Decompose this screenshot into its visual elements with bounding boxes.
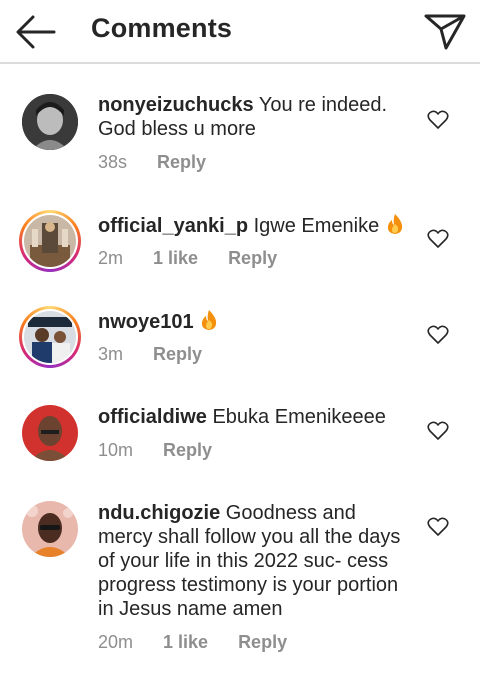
comment-username[interactable]: official_yanki_p xyxy=(98,215,248,237)
avatar[interactable] xyxy=(22,94,78,150)
comment-meta: 3m Reply xyxy=(98,344,202,365)
avatar-photo xyxy=(22,501,78,557)
comment-username[interactable]: officialdiwe xyxy=(98,406,207,428)
header-bar: Comments xyxy=(0,0,480,64)
comment-body: Igwe Emenike xyxy=(253,215,380,237)
comment-meta: 2m 1 like Reply xyxy=(98,248,277,269)
reply-button[interactable]: Reply xyxy=(163,440,212,461)
comment-time: 2m xyxy=(98,248,124,268)
comment-username[interactable]: ndu.chigozie xyxy=(98,502,220,524)
avatar-photo xyxy=(22,94,78,150)
comment-time: 20m xyxy=(98,632,134,652)
heart-icon[interactable] xyxy=(427,421,449,441)
comment-text: nonyeizuchucks You re indeed. God bless … xyxy=(98,93,408,141)
paper-plane-icon[interactable] xyxy=(422,10,468,52)
comment-username[interactable]: nwoye101 xyxy=(98,311,194,333)
comment-time: 3m xyxy=(98,344,124,364)
fire-emoji-icon xyxy=(202,310,217,330)
comment-username[interactable]: nonyeizuchucks xyxy=(98,94,254,116)
arrow-left-icon[interactable] xyxy=(14,12,58,52)
comment-meta: 10m Reply xyxy=(98,440,212,461)
story-ring[interactable] xyxy=(19,306,81,368)
heart-icon[interactable] xyxy=(427,325,449,345)
comment-likes[interactable]: 1 like xyxy=(163,632,208,653)
comment-text: officialdiwe Ebuka Emenikeeee xyxy=(98,405,408,429)
comment-text: official_yanki_p Igwe Emenike xyxy=(98,213,408,238)
comment-body: Ebuka Emenikeeee xyxy=(212,406,386,428)
reply-button[interactable]: Reply xyxy=(228,248,277,269)
comment-meta: 38s Reply xyxy=(98,152,206,173)
avatar xyxy=(24,215,76,267)
avatar[interactable] xyxy=(22,405,78,461)
avatar[interactable] xyxy=(22,501,78,557)
heart-icon[interactable] xyxy=(427,110,449,130)
comment-likes[interactable]: 1 like xyxy=(153,248,198,269)
comment-text: nwoye101 xyxy=(98,309,408,334)
reply-button[interactable]: Reply xyxy=(153,344,202,365)
story-ring[interactable] xyxy=(19,210,81,272)
fire-emoji-icon xyxy=(387,214,402,234)
reply-button[interactable]: Reply xyxy=(238,632,287,653)
comment-time: 10m xyxy=(98,440,134,460)
comment-time: 38s xyxy=(98,152,128,172)
avatar xyxy=(24,311,76,363)
comment-text: ndu.chigozie Goodness and mercy shall fo… xyxy=(98,501,408,621)
heart-icon[interactable] xyxy=(427,517,449,537)
avatar-photo xyxy=(22,405,78,461)
heart-icon[interactable] xyxy=(427,229,449,249)
page-title: Comments xyxy=(91,13,233,43)
comment-meta: 20m 1 like Reply xyxy=(98,632,287,653)
reply-button[interactable]: Reply xyxy=(157,152,206,173)
